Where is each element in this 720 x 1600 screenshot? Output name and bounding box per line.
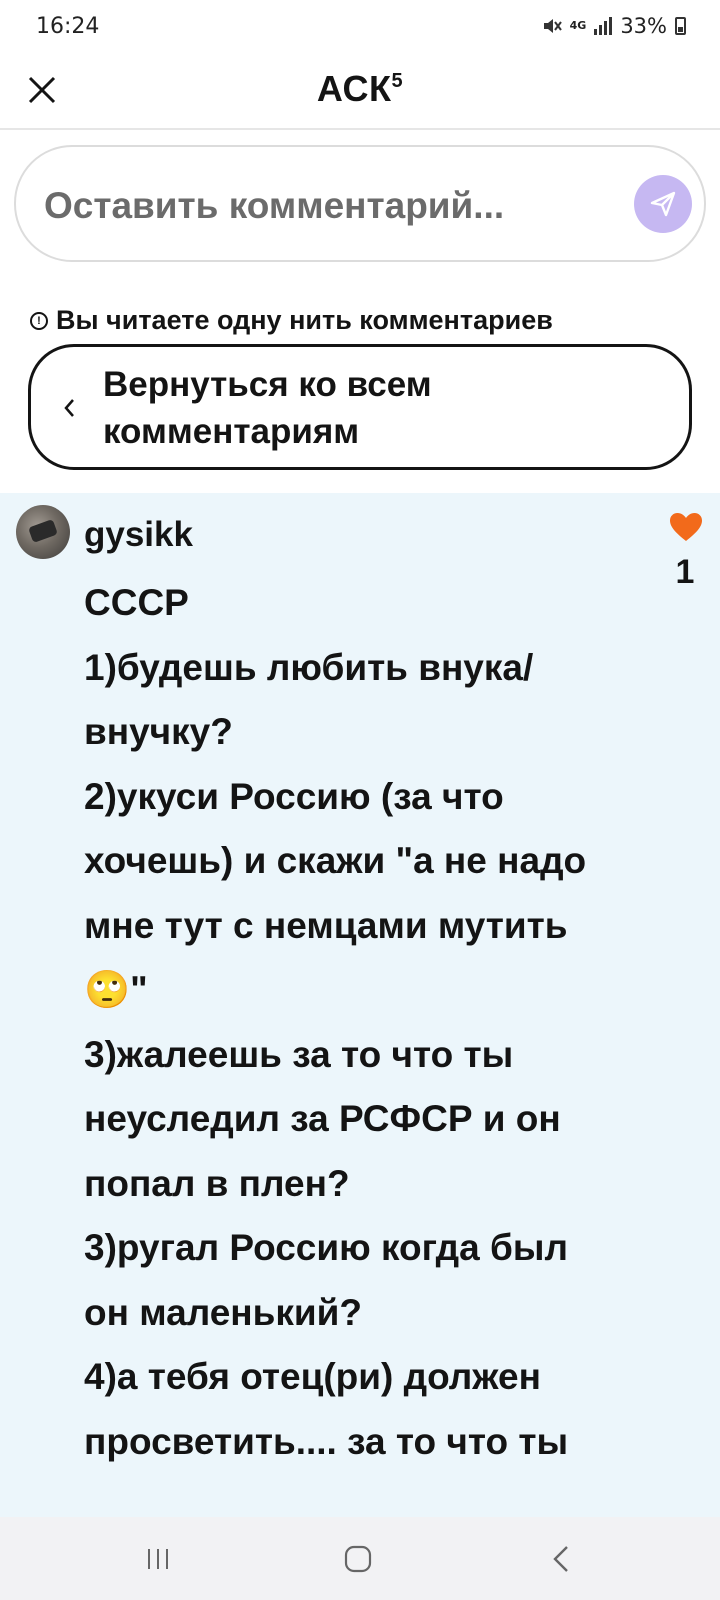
status-time: 16:24 <box>36 14 100 39</box>
chevron-left-icon <box>64 399 74 417</box>
thread-notice-text: Вы читаете одну нить комментариев <box>56 305 553 335</box>
back-icon[interactable] <box>542 1539 582 1579</box>
page-title: АСК5 <box>0 68 720 110</box>
info-icon: ! <box>30 311 48 330</box>
heart-icon[interactable] <box>668 511 704 543</box>
recent-apps-icon[interactable] <box>138 1539 178 1579</box>
battery-icon <box>675 17 686 35</box>
comment-card: gysikk СССР 1)будешь любить внука/ внучк… <box>0 493 720 1517</box>
comment-input[interactable]: Оставить комментарий... <box>14 145 706 262</box>
like-count: 1 <box>675 553 695 591</box>
mute-icon <box>543 19 562 33</box>
back-to-all-comments-button[interactable]: Вернуться ко всем комментариям <box>28 344 692 470</box>
send-icon <box>650 191 676 217</box>
status-icons: 4G 33% <box>542 14 686 38</box>
network-type: 4G <box>569 19 587 32</box>
status-bar: 16:24 4G 33% <box>0 0 720 54</box>
title-text: АСК <box>316 68 392 109</box>
comment-author[interactable]: gysikk <box>84 515 193 555</box>
header: АСК5 <box>0 54 720 130</box>
thread-notice: ! Вы читаете одну нить комментариев <box>30 305 553 336</box>
comment-text: СССР 1)будешь любить внука/ внучку? 2)ук… <box>84 582 587 1462</box>
signal-icon <box>594 17 613 35</box>
title-superscript: 5 <box>391 70 404 92</box>
back-button-label: Вернуться ко всем комментариям <box>103 365 432 451</box>
comment-placeholder[interactable]: Оставить комментарий... <box>44 185 504 227</box>
send-button[interactable] <box>634 175 692 233</box>
battery-level: 33% <box>620 14 667 38</box>
home-icon[interactable] <box>338 1539 378 1579</box>
avatar[interactable] <box>16 505 70 559</box>
navigation-bar <box>0 1517 720 1600</box>
